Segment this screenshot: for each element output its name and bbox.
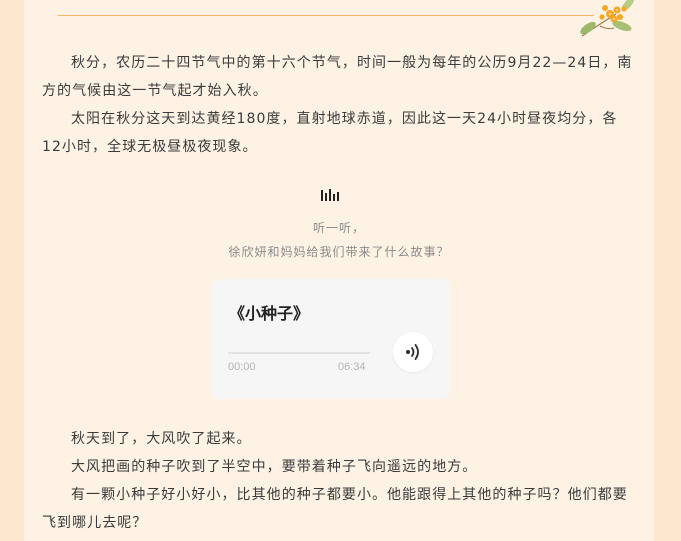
intro-paragraph-2: 太阳在秋分这天到达黄经180度，直射地球赤道，因此这一天24小时昼夜均分，各12… [42, 111, 618, 155]
story-paragraph-1: 秋天到了，大风吹了起来。 [71, 431, 252, 447]
audio-duration: 06:34 [338, 361, 366, 373]
audio-progress-bar[interactable] [228, 352, 370, 354]
audio-current-time: 00:00 [228, 361, 256, 373]
audio-wave-icon [321, 189, 339, 201]
intro-paragraph-1: 秋分，农历二十四节气中的第十六个节气，时间一般为每年的公历9月22—24日，南方… [42, 55, 633, 99]
osmanthus-flower-icon [580, 0, 635, 37]
audio-player-card[interactable]: 《小种子》 00:00 06:34 [212, 279, 450, 399]
audio-play-button[interactable] [393, 332, 433, 372]
story-paragraph-3: 有一颗小种子好小好小，比其他的种子都要小。他能跟得上其他的种子吗？他们都要飞到哪… [42, 487, 628, 531]
audio-title: 《小种子》 [229, 304, 310, 323]
top-divider [58, 15, 594, 16]
article-page: 秋分，农历二十四节气中的第十六个节气，时间一般为每年的公历9月22—24日，南方… [24, 0, 654, 541]
story-paragraph-2: 大风把画的种子吹到了半空中，要带着种子飞向遥远的地方。 [71, 459, 478, 475]
story-hint: 徐欣妍和妈妈给我们带来了什么故事？ [228, 245, 450, 259]
listen-hint: 听一听， [312, 221, 365, 235]
speaker-play-icon [406, 344, 419, 360]
